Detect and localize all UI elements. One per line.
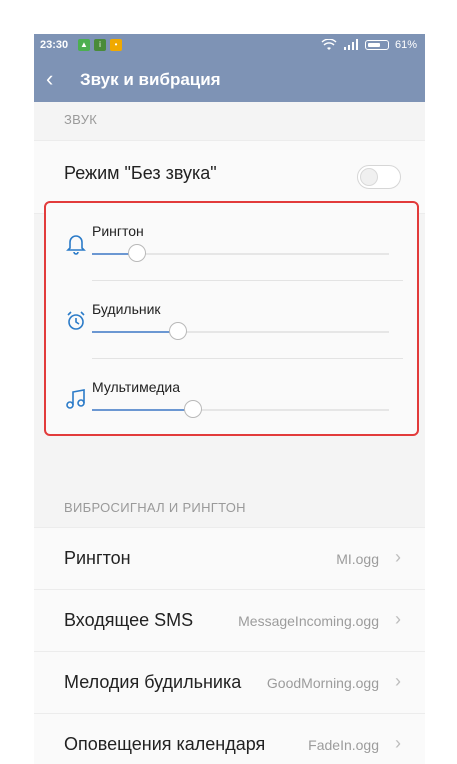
status-time: 23:30: [40, 39, 69, 51]
battery-icon: [364, 40, 389, 50]
slider-thumb[interactable]: [169, 322, 188, 340]
volume-controls-box: Рингтон Будильник Мультимедиа: [44, 201, 419, 436]
setting-row[interactable]: Рингтон MI.ogg ›: [34, 527, 425, 590]
setting-row[interactable]: Мелодия будильника GoodMorning.ogg ›: [34, 651, 425, 714]
notification-icon: •: [110, 39, 122, 51]
volume-label: Мультимедиа: [92, 379, 180, 395]
silent-mode-label: Режим "Без звука": [64, 163, 217, 183]
status-icons: 61%: [321, 39, 417, 51]
back-icon[interactable]: ‹: [46, 68, 53, 90]
setting-row[interactable]: Оповещения календаря FadeIn.ogg ›: [34, 713, 425, 764]
setting-value: MessageIncoming.ogg: [238, 613, 379, 629]
battery-percent: 61%: [394, 39, 417, 51]
section-title-sound: ЗВУК: [64, 112, 98, 127]
volume-label: Будильник: [92, 301, 161, 317]
bell-icon: [66, 235, 86, 255]
page-title: Звук и вибрация: [80, 70, 221, 89]
status-bar: 23:30 ▲ i • 61%: [34, 34, 425, 58]
slider-thumb[interactable]: [127, 244, 146, 262]
alarm-clock-icon: [67, 311, 85, 330]
drive-icon: ▲: [78, 39, 90, 51]
section-title-vibration: ВИБРОСИГНАЛ И РИНГТОН: [64, 500, 246, 515]
setting-value: FadeIn.ogg: [308, 737, 379, 753]
setting-label: Входящее SMS: [64, 610, 194, 630]
slider-fill: [92, 409, 193, 411]
volume-media: Мультимедиа: [46, 359, 417, 437]
signal-icon: [343, 39, 358, 50]
music-note-icon: [66, 389, 85, 409]
slider-fill: [92, 331, 179, 333]
volume-alarm: Будильник: [46, 281, 417, 359]
chevron-right-icon: ›: [395, 547, 401, 567]
toggle-knob: [360, 168, 378, 186]
setting-label: Оповещения календаря: [64, 734, 266, 754]
setting-label: Мелодия будильника: [64, 672, 242, 692]
screenshot-frame: 23:30 ▲ i • 61% ‹ Звук и вибрация ЗВУК Р…: [0, 0, 457, 764]
setting-label: Рингтон: [64, 548, 131, 568]
chevron-right-icon: ›: [395, 671, 401, 691]
phone-screen: 23:30 ▲ i • 61% ‹ Звук и вибрация ЗВУК Р…: [34, 34, 425, 764]
setting-value: MI.ogg: [336, 551, 379, 567]
volume-slider[interactable]: [92, 400, 389, 418]
app-icon: i: [94, 39, 106, 51]
wifi-icon: [321, 39, 337, 50]
slider-thumb[interactable]: [183, 400, 202, 418]
setting-row[interactable]: Входящее SMS MessageIncoming.ogg ›: [34, 589, 425, 652]
chevron-right-icon: ›: [395, 609, 401, 629]
chevron-right-icon: ›: [395, 733, 401, 753]
volume-label: Рингтон: [92, 223, 144, 239]
app-bar: ‹ Звук и вибрация: [34, 58, 425, 102]
setting-value: GoodMorning.ogg: [266, 675, 379, 691]
volume-ringtone: Рингтон: [46, 203, 417, 281]
silent-mode-toggle[interactable]: [357, 165, 401, 189]
settings-content: ЗВУК Режим "Без звука" Рингтон Будильник…: [34, 102, 425, 764]
volume-slider[interactable]: [92, 322, 389, 340]
volume-slider[interactable]: [92, 244, 389, 262]
